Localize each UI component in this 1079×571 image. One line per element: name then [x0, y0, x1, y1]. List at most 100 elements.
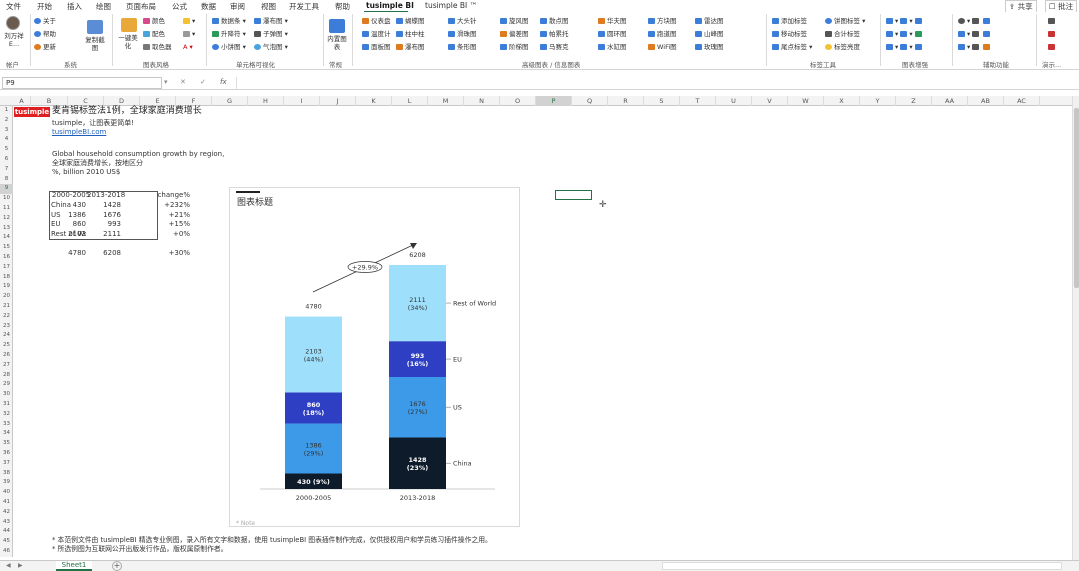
- screenshot-button[interactable]: 复制截图: [84, 36, 106, 52]
- demo-tool-2[interactable]: [1048, 30, 1057, 38]
- column-header-E[interactable]: E: [140, 96, 176, 106]
- row-header-35[interactable]: 35: [0, 439, 13, 449]
- row-header-16[interactable]: 16: [0, 253, 13, 263]
- assist-tool-2[interactable]: ▾: [958, 30, 992, 38]
- column-header-N[interactable]: N: [464, 96, 500, 106]
- waterfall-cell-button[interactable]: 瀑布图 ▾: [254, 17, 288, 25]
- tab-nav-right-icon[interactable]: ▶: [18, 562, 23, 569]
- column-header-U[interactable]: U: [716, 96, 752, 106]
- row-header-44[interactable]: 44: [0, 527, 13, 537]
- adv-chart-button-22[interactable]: 山峰图: [695, 30, 724, 38]
- column-header-K[interactable]: K: [356, 96, 392, 106]
- name-box[interactable]: P9: [2, 77, 162, 89]
- row-header-29[interactable]: 29: [0, 380, 13, 390]
- screenshot-icon[interactable]: [87, 20, 103, 34]
- row-header-32[interactable]: 32: [0, 410, 13, 420]
- row-header-14[interactable]: 14: [0, 233, 13, 243]
- table-cell[interactable]: +232%: [150, 201, 190, 210]
- tab-nav-left-icon[interactable]: ◀: [6, 562, 11, 569]
- adv-chart-button-10[interactable]: 偏差图: [500, 30, 529, 38]
- adv-chart-button-3[interactable]: 蝴蝶图: [396, 17, 425, 25]
- column-header-S[interactable]: S: [644, 96, 680, 106]
- row-header-2[interactable]: 2: [0, 116, 13, 126]
- column-header-O[interactable]: O: [500, 96, 536, 106]
- row-header-13[interactable]: 13: [0, 224, 13, 234]
- row-header-8[interactable]: 8: [0, 175, 13, 185]
- chart-area[interactable]: 图表标题 430 (9%) 1386 (29%) 860 (18%) 2103 (44%) 47…: [229, 187, 520, 527]
- row-header-18[interactable]: 18: [0, 273, 13, 283]
- table-cell[interactable]: 2111: [87, 230, 121, 239]
- menu-tab-3[interactable]: 绘图: [96, 1, 111, 12]
- selected-cell[interactable]: [555, 190, 592, 200]
- row-header-5[interactable]: 5: [0, 145, 13, 155]
- adv-chart-button-15[interactable]: 华夫图: [598, 17, 627, 25]
- enhance-tool-2[interactable]: ▾ ▾: [886, 30, 924, 38]
- column-header-Y[interactable]: Y: [860, 96, 896, 106]
- function-icon[interactable]: fx: [220, 78, 227, 86]
- table-total-cell[interactable]: 6208: [87, 249, 121, 258]
- adv-chart-button-1[interactable]: 温度计: [362, 30, 391, 38]
- row-header-12[interactable]: 12: [0, 214, 13, 224]
- row-header-25[interactable]: 25: [0, 341, 13, 351]
- column-header-P[interactable]: P: [536, 96, 572, 106]
- table-cell[interactable]: +21%: [150, 211, 190, 220]
- vertical-scrollbar[interactable]: [1072, 96, 1079, 560]
- column-header-R[interactable]: R: [608, 96, 644, 106]
- menu-tab-10[interactable]: 帮助: [335, 1, 350, 12]
- adv-chart-button-7[interactable]: 滑珠图: [448, 30, 477, 38]
- adv-chart-button-4[interactable]: 柱中柱: [396, 30, 425, 38]
- adv-chart-button-2[interactable]: 面板图: [362, 43, 391, 51]
- column-header-I[interactable]: I: [284, 96, 320, 106]
- table-cell[interactable]: 993: [87, 220, 121, 229]
- column-header-H[interactable]: H: [248, 96, 284, 106]
- table-cell[interactable]: 2103: [52, 230, 86, 239]
- adv-chart-button-0[interactable]: 仪表盘: [362, 17, 391, 25]
- confirm-icon[interactable]: ✓: [200, 78, 206, 86]
- bubble-button[interactable]: 气泡图 ▾: [254, 43, 288, 51]
- row-header-46[interactable]: 46: [0, 547, 13, 557]
- row-header-41[interactable]: 41: [0, 498, 13, 508]
- column-header-AC[interactable]: AC: [1004, 96, 1040, 106]
- updown-button[interactable]: 升降符 ▾: [212, 30, 246, 38]
- menu-tab-9[interactable]: 开发工具: [289, 1, 319, 12]
- minipie-button[interactable]: 小饼图 ▾: [212, 43, 246, 51]
- row-header-36[interactable]: 36: [0, 449, 13, 459]
- row-header-40[interactable]: 40: [0, 488, 13, 498]
- column-header-G[interactable]: G: [212, 96, 248, 106]
- end-label-button[interactable]: 尾点标签 ▾: [772, 43, 812, 51]
- adv-chart-button-20[interactable]: WiFi图: [648, 43, 677, 51]
- adv-chart-button-13[interactable]: 帕累托: [540, 30, 569, 38]
- adv-chart-button-9[interactable]: 旋风图: [500, 17, 529, 25]
- row-header-3[interactable]: 3: [0, 126, 13, 136]
- adv-chart-button-14[interactable]: 马赛克: [540, 43, 569, 51]
- builtin-chart-button[interactable]: 内置图表: [326, 35, 348, 51]
- enhance-tool-1[interactable]: ▾ ▾: [886, 17, 924, 25]
- row-header-11[interactable]: 11: [0, 204, 13, 214]
- column-header-AB[interactable]: AB: [968, 96, 1004, 106]
- row-header-37[interactable]: 37: [0, 459, 13, 469]
- row-header-15[interactable]: 15: [0, 243, 13, 253]
- name-box-dropdown-icon[interactable]: ▾: [164, 78, 168, 86]
- row-header-21[interactable]: 21: [0, 302, 13, 312]
- about-button[interactable]: 关于: [34, 17, 56, 25]
- move-label-button[interactable]: 移动标签: [772, 30, 807, 38]
- sum-label-button[interactable]: 合计标签: [825, 30, 860, 38]
- assist-tool-1[interactable]: ▾: [958, 17, 992, 25]
- menu-tab-1[interactable]: 开始: [37, 1, 52, 12]
- cancel-icon[interactable]: ✕: [180, 78, 186, 86]
- sheet-tab-sheet1[interactable]: Sheet1: [56, 561, 92, 571]
- update-button[interactable]: 更新: [34, 43, 56, 51]
- demo-tool-1[interactable]: [1048, 17, 1057, 25]
- adv-chart-button-18[interactable]: 方块图: [648, 17, 677, 25]
- table-cell[interactable]: +15%: [150, 220, 190, 229]
- menu-tab-5[interactable]: 公式: [172, 1, 187, 12]
- menu-tab-11[interactable]: tusimple BI: [366, 1, 414, 10]
- demo-tool-3[interactable]: [1048, 43, 1057, 51]
- row-header-38[interactable]: 38: [0, 469, 13, 479]
- add-sheet-button[interactable]: +: [112, 561, 122, 571]
- table-cell[interactable]: change%: [150, 191, 190, 200]
- color-button[interactable]: 颜色: [143, 17, 165, 25]
- row-header-19[interactable]: 19: [0, 282, 13, 292]
- row-header-9[interactable]: 9: [0, 184, 13, 195]
- enhance-tool-3[interactable]: ▾ ▾: [886, 43, 924, 51]
